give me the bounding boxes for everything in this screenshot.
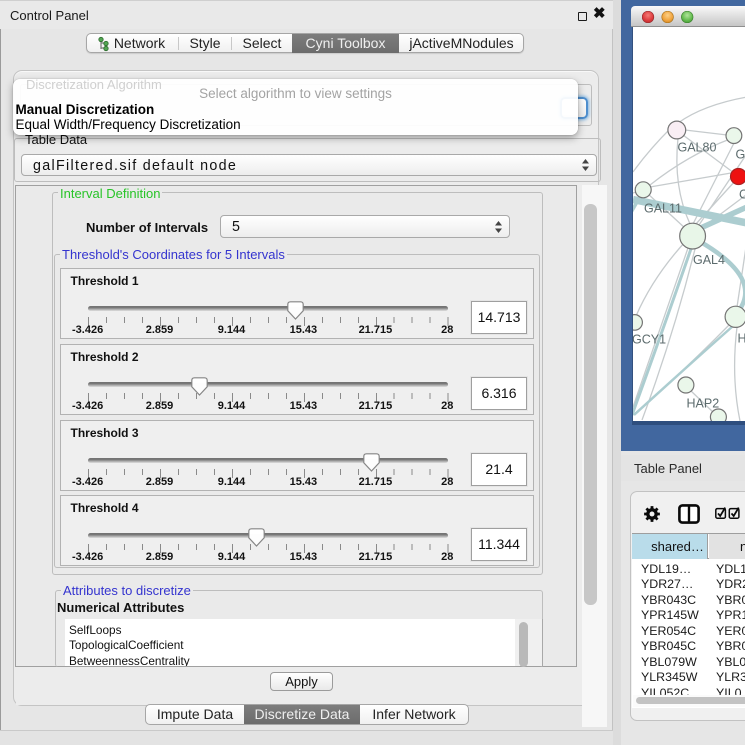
svg-text:GAL11: GAL11 — [644, 202, 682, 216]
svg-text:C: C — [739, 188, 745, 202]
svg-text:G: G — [735, 148, 745, 162]
svg-text:GAL80: GAL80 — [677, 141, 716, 155]
svg-text:GCY1: GCY1 — [633, 333, 666, 347]
svg-text:GAL4: GAL4 — [693, 253, 725, 267]
svg-text:H: H — [737, 332, 745, 346]
svg-text:HAP2: HAP2 — [686, 397, 719, 411]
